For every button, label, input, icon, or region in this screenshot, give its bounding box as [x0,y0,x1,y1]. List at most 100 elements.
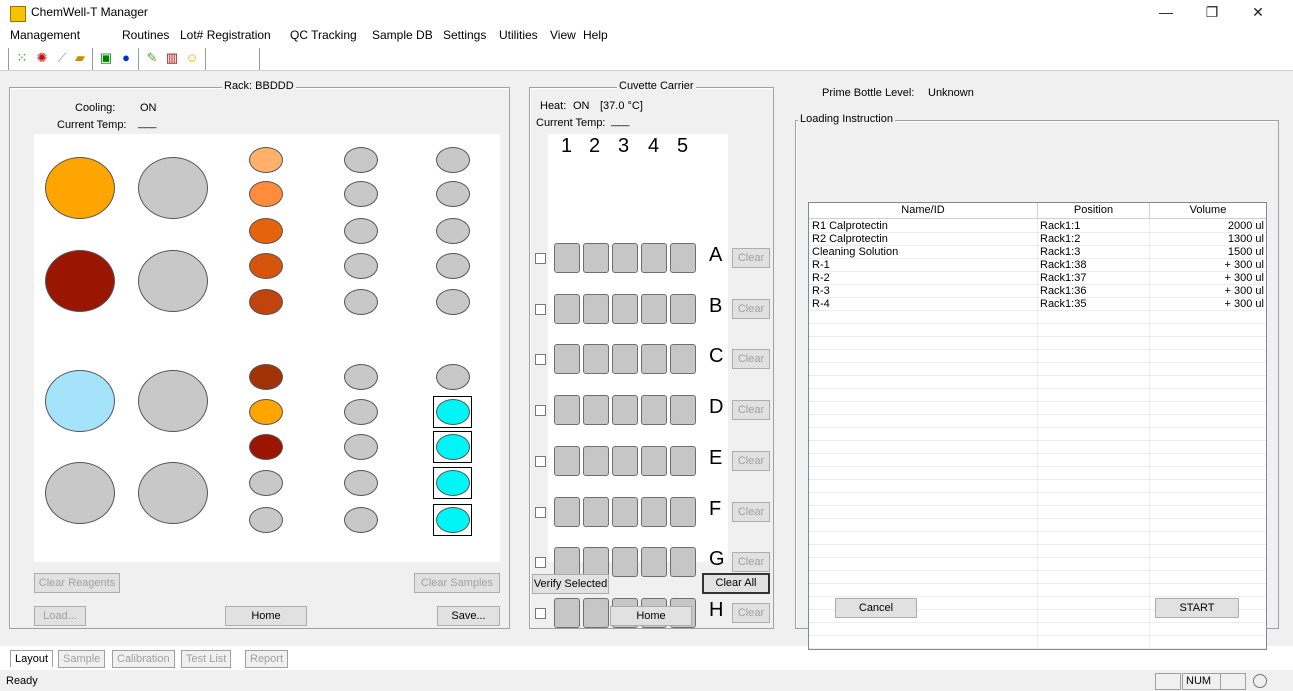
folder-icon[interactable]: ▰ [72,50,88,66]
cuvette-well[interactable] [641,497,667,527]
cuvette-well[interactable] [554,497,580,527]
cuvette-row-clear-button[interactable]: Clear [732,349,770,369]
reagent-vial[interactable] [249,289,283,315]
resize-grip-icon[interactable] [1253,674,1267,688]
sample-tube[interactable] [344,253,378,279]
grid-icon[interactable]: ⁙ [14,50,30,66]
cuvette-well[interactable] [641,547,667,577]
sample-tube-selected[interactable] [436,434,470,460]
clear-samples-button[interactable]: Clear Samples [414,573,500,593]
cuvette-well[interactable] [641,294,667,324]
cancel-button[interactable]: Cancel [835,598,917,618]
cuvette-well[interactable] [670,243,696,273]
cuvette-home-button[interactable]: Home [610,606,692,626]
cuvette-well[interactable] [583,598,609,628]
table-row[interactable]: R-3 Rack1:36 + 300 ul [809,285,1266,298]
cuvette-well[interactable] [670,446,696,476]
tab-report[interactable]: Report [245,650,289,668]
tab-layout[interactable]: Layout [10,650,54,667]
cuvette-well[interactable] [670,395,696,425]
cuvette-row-clear-button[interactable]: Clear [732,248,770,268]
cuvette-well[interactable] [583,294,609,324]
start-button[interactable]: START [1155,598,1239,618]
reagent-bottle[interactable] [138,250,208,312]
menu-lot-registration[interactable]: Lot# Registration [180,28,271,42]
cuvette-row-checkbox[interactable] [535,507,546,518]
table-row[interactable]: R2 Calprotectin Rack1:2 1300 ul [809,233,1266,246]
cuvette-well[interactable] [583,547,609,577]
cuvette-well[interactable] [641,243,667,273]
tab-calibration[interactable]: Calibration [112,650,175,668]
save-button[interactable]: Save... [437,606,500,626]
cuvette-well[interactable] [612,395,638,425]
reagent-bottle[interactable] [138,157,208,219]
clear-all-button[interactable]: Clear All [702,573,770,594]
cuvette-well[interactable] [670,497,696,527]
smiley-icon[interactable]: ☺ [184,50,200,66]
loading-instruction-list[interactable]: Name/ID Position Volume R1 Calprotectin R… [808,202,1267,650]
edit-icon[interactable]: ✎ [144,50,160,66]
reagent-vial[interactable] [249,399,283,425]
sample-tube[interactable] [344,434,378,460]
minimize-button[interactable]: — [1143,0,1189,25]
cuvette-well[interactable] [612,547,638,577]
sample-tube[interactable] [344,181,378,207]
sample-tube-selected[interactable] [436,470,470,496]
cuvette-well[interactable] [612,243,638,273]
cuvette-row-checkbox[interactable] [535,354,546,365]
menu-sample-db[interactable]: Sample DB [372,28,433,42]
column-header-name[interactable]: Name/ID [809,203,1038,219]
reagent-bottle[interactable] [45,462,115,524]
cuvette-well[interactable] [554,395,580,425]
sample-tube[interactable] [436,364,470,390]
cuvette-well[interactable] [670,344,696,374]
cuvette-well[interactable] [554,344,580,374]
gear-icon[interactable]: ✺ [34,50,50,66]
sample-tube[interactable] [344,218,378,244]
cuvette-well[interactable] [612,446,638,476]
cuvette-well[interactable] [612,294,638,324]
chart-icon[interactable]: ▥ [164,50,180,66]
sample-tube-selected[interactable] [436,399,470,425]
cuvette-well[interactable] [641,446,667,476]
cuvette-row-clear-button[interactable]: Clear [732,299,770,319]
verify-selected-button[interactable]: Verify Selected [532,574,609,594]
cuvette-well[interactable] [670,294,696,324]
clear-reagents-button[interactable]: Clear Reagents [34,573,120,593]
reagent-vial[interactable] [249,364,283,390]
menu-utilities[interactable]: Utilities [499,28,538,42]
table-row[interactable]: R1 Calprotectin Rack1:1 2000 ul [809,220,1266,233]
rack-home-button[interactable]: Home [225,606,307,626]
table-row[interactable]: Cleaning Solution Rack1:3 1500 ul [809,246,1266,259]
sample-tube[interactable] [344,289,378,315]
menu-qc-tracking[interactable]: QC Tracking [290,28,357,42]
tab-sample[interactable]: Sample [58,650,106,668]
table-row[interactable]: R-2 Rack1:37 + 300 ul [809,272,1266,285]
cuvette-well[interactable] [554,547,580,577]
sample-tube[interactable] [436,253,470,279]
cuvette-row-checkbox[interactable] [535,405,546,416]
cuvette-well[interactable] [554,446,580,476]
reagent-bottle[interactable] [45,370,115,432]
menu-view[interactable]: View [550,28,576,42]
table-row[interactable]: R-1 Rack1:38 + 300 ul [809,259,1266,272]
cuvette-row-clear-button[interactable]: Clear [732,603,770,623]
close-button[interactable]: ✕ [1235,0,1281,25]
reagent-vial[interactable] [249,218,283,244]
menu-management[interactable]: Management [10,28,80,42]
cuvette-well[interactable] [670,547,696,577]
tab-test-list[interactable]: Test List [181,650,232,668]
table-row[interactable]: R-4 Rack1:35 + 300 ul [809,298,1266,311]
cuvette-well[interactable] [554,598,580,628]
reagent-vial[interactable] [249,434,283,460]
load-button[interactable]: Load... [34,606,86,626]
cuvette-well[interactable] [583,243,609,273]
cuvette-well[interactable] [554,294,580,324]
cuvette-well[interactable] [641,395,667,425]
cuvette-well[interactable] [554,243,580,273]
column-header-position[interactable]: Position [1038,203,1150,219]
cuvette-row-clear-button[interactable]: Clear [732,502,770,522]
menu-settings[interactable]: Settings [443,28,486,42]
cuvette-well[interactable] [583,446,609,476]
sample-tube[interactable] [344,507,378,533]
